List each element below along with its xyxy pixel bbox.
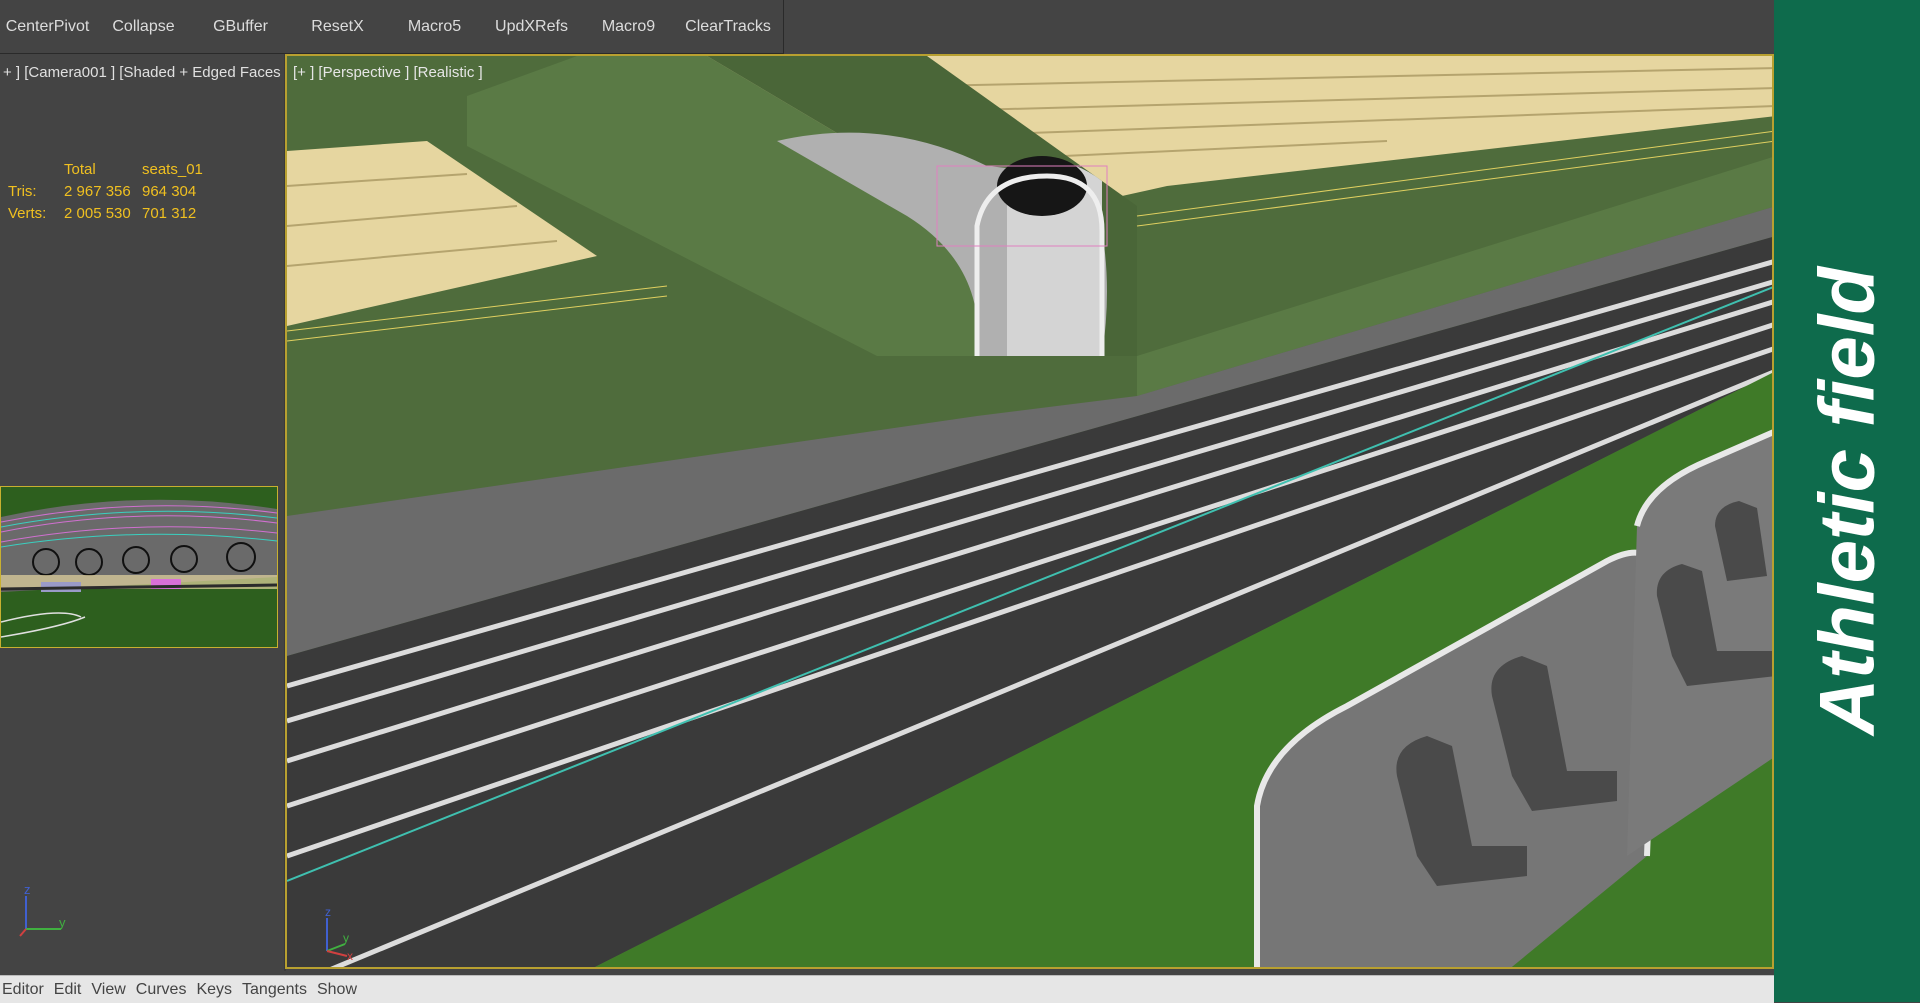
main-axis-y-label: y [343,931,349,945]
curve-editor-menu-bar: Editor Edit View Curves Keys Tangents Sh… [0,975,1774,1003]
camera-viewport-label[interactable]: + ] [Camera001 ] [Shaded + Edged Faces ] [3,64,289,81]
perspective-viewport[interactable]: [+ ] [Perspective ] [Realistic ] z y x [285,54,1774,969]
macro5-button[interactable]: Macro5 [386,0,483,53]
axis-gizmo-icon: z y [19,884,66,937]
stats-header-total: Total [64,160,96,178]
title-banner: Athletic field [1774,0,1920,1002]
tris-object: 964 304 [142,182,197,200]
menu-curves[interactable]: Curves [136,981,197,999]
main-axis-z-label: z [325,906,331,919]
menu-tangents[interactable]: Tangents [242,981,317,999]
gbuffer-button[interactable]: GBuffer [192,0,289,53]
menu-show[interactable]: Show [317,981,367,999]
banner-title: Athletic field [1802,266,1891,736]
perspective-viewport-label[interactable]: [+ ] [Perspective ] [Realistic ] [293,64,483,81]
tris-label: Tris: [8,182,37,200]
toolbar: CenterPivot Collapse GBuffer ResetX Macr… [0,0,784,54]
resetx-button[interactable]: ResetX [289,0,386,53]
axis-y-label: y [59,915,66,930]
stats-panel: Total seats_01 Tris: 2 967 356 964 304 V… [8,158,203,224]
toolbar-empty-area [784,0,1774,53]
centerpivot-button[interactable]: CenterPivot [0,0,95,53]
axis-gizmo-main-icon: z y x [325,906,353,961]
stadium-wireframe-preview [1,487,277,647]
menu-view[interactable]: View [91,981,135,999]
macro9-button[interactable]: Macro9 [580,0,677,53]
camera-viewport[interactable]: + ] [Camera001 ] [Shaded + Edged Faces ]… [0,54,289,971]
verts-object: 701 312 [142,204,197,222]
menu-editor[interactable]: Editor [2,981,54,999]
verts-total: 2 005 530 [64,204,131,222]
cleartracks-button[interactable]: ClearTracks [677,0,779,53]
updxrefs-button[interactable]: UpdXRefs [483,0,580,53]
verts-label: Verts: [8,204,47,222]
stats-header-object: seats_01 [142,160,203,178]
camera-preview-thumbnail[interactable] [0,486,278,648]
stadium-scene [287,56,1772,967]
menu-edit[interactable]: Edit [54,981,92,999]
axis-z-label: z [24,884,31,897]
main-axis-x-label: x [347,949,353,961]
tris-total: 2 967 356 [64,182,131,200]
menu-keys[interactable]: Keys [196,981,242,999]
collapse-button[interactable]: Collapse [95,0,192,53]
